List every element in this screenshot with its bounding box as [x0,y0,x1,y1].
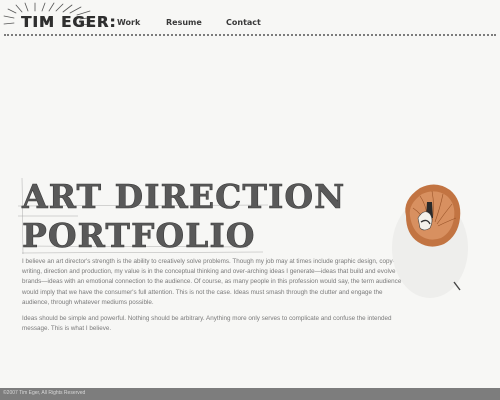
nav-link-contact[interactable]: Contact [226,18,261,27]
site-header: TIM EGER: Work Resume Contact [0,0,500,38]
belief-paragraph: Ideas should be simple and powerful. Not… [22,315,392,333]
hero-title-line-2: PORTFOLIO [22,216,256,255]
pencil-shavings-image [392,184,468,298]
hero-title-line-1: ART DIRECTION [22,177,346,216]
header-divider [4,34,496,36]
intro-paragraph: I believe an art director's strength is … [22,258,402,306]
nav-link-work[interactable]: Work [117,18,140,27]
site-footer: ©2007 Tim Eger, All Rights Reserved [0,388,500,400]
site-logo[interactable]: TIM EGER: [21,13,116,31]
copyright-text: ©2007 Tim Eger, All Rights Reserved [3,390,86,396]
nav-link-resume[interactable]: Resume [166,18,202,27]
